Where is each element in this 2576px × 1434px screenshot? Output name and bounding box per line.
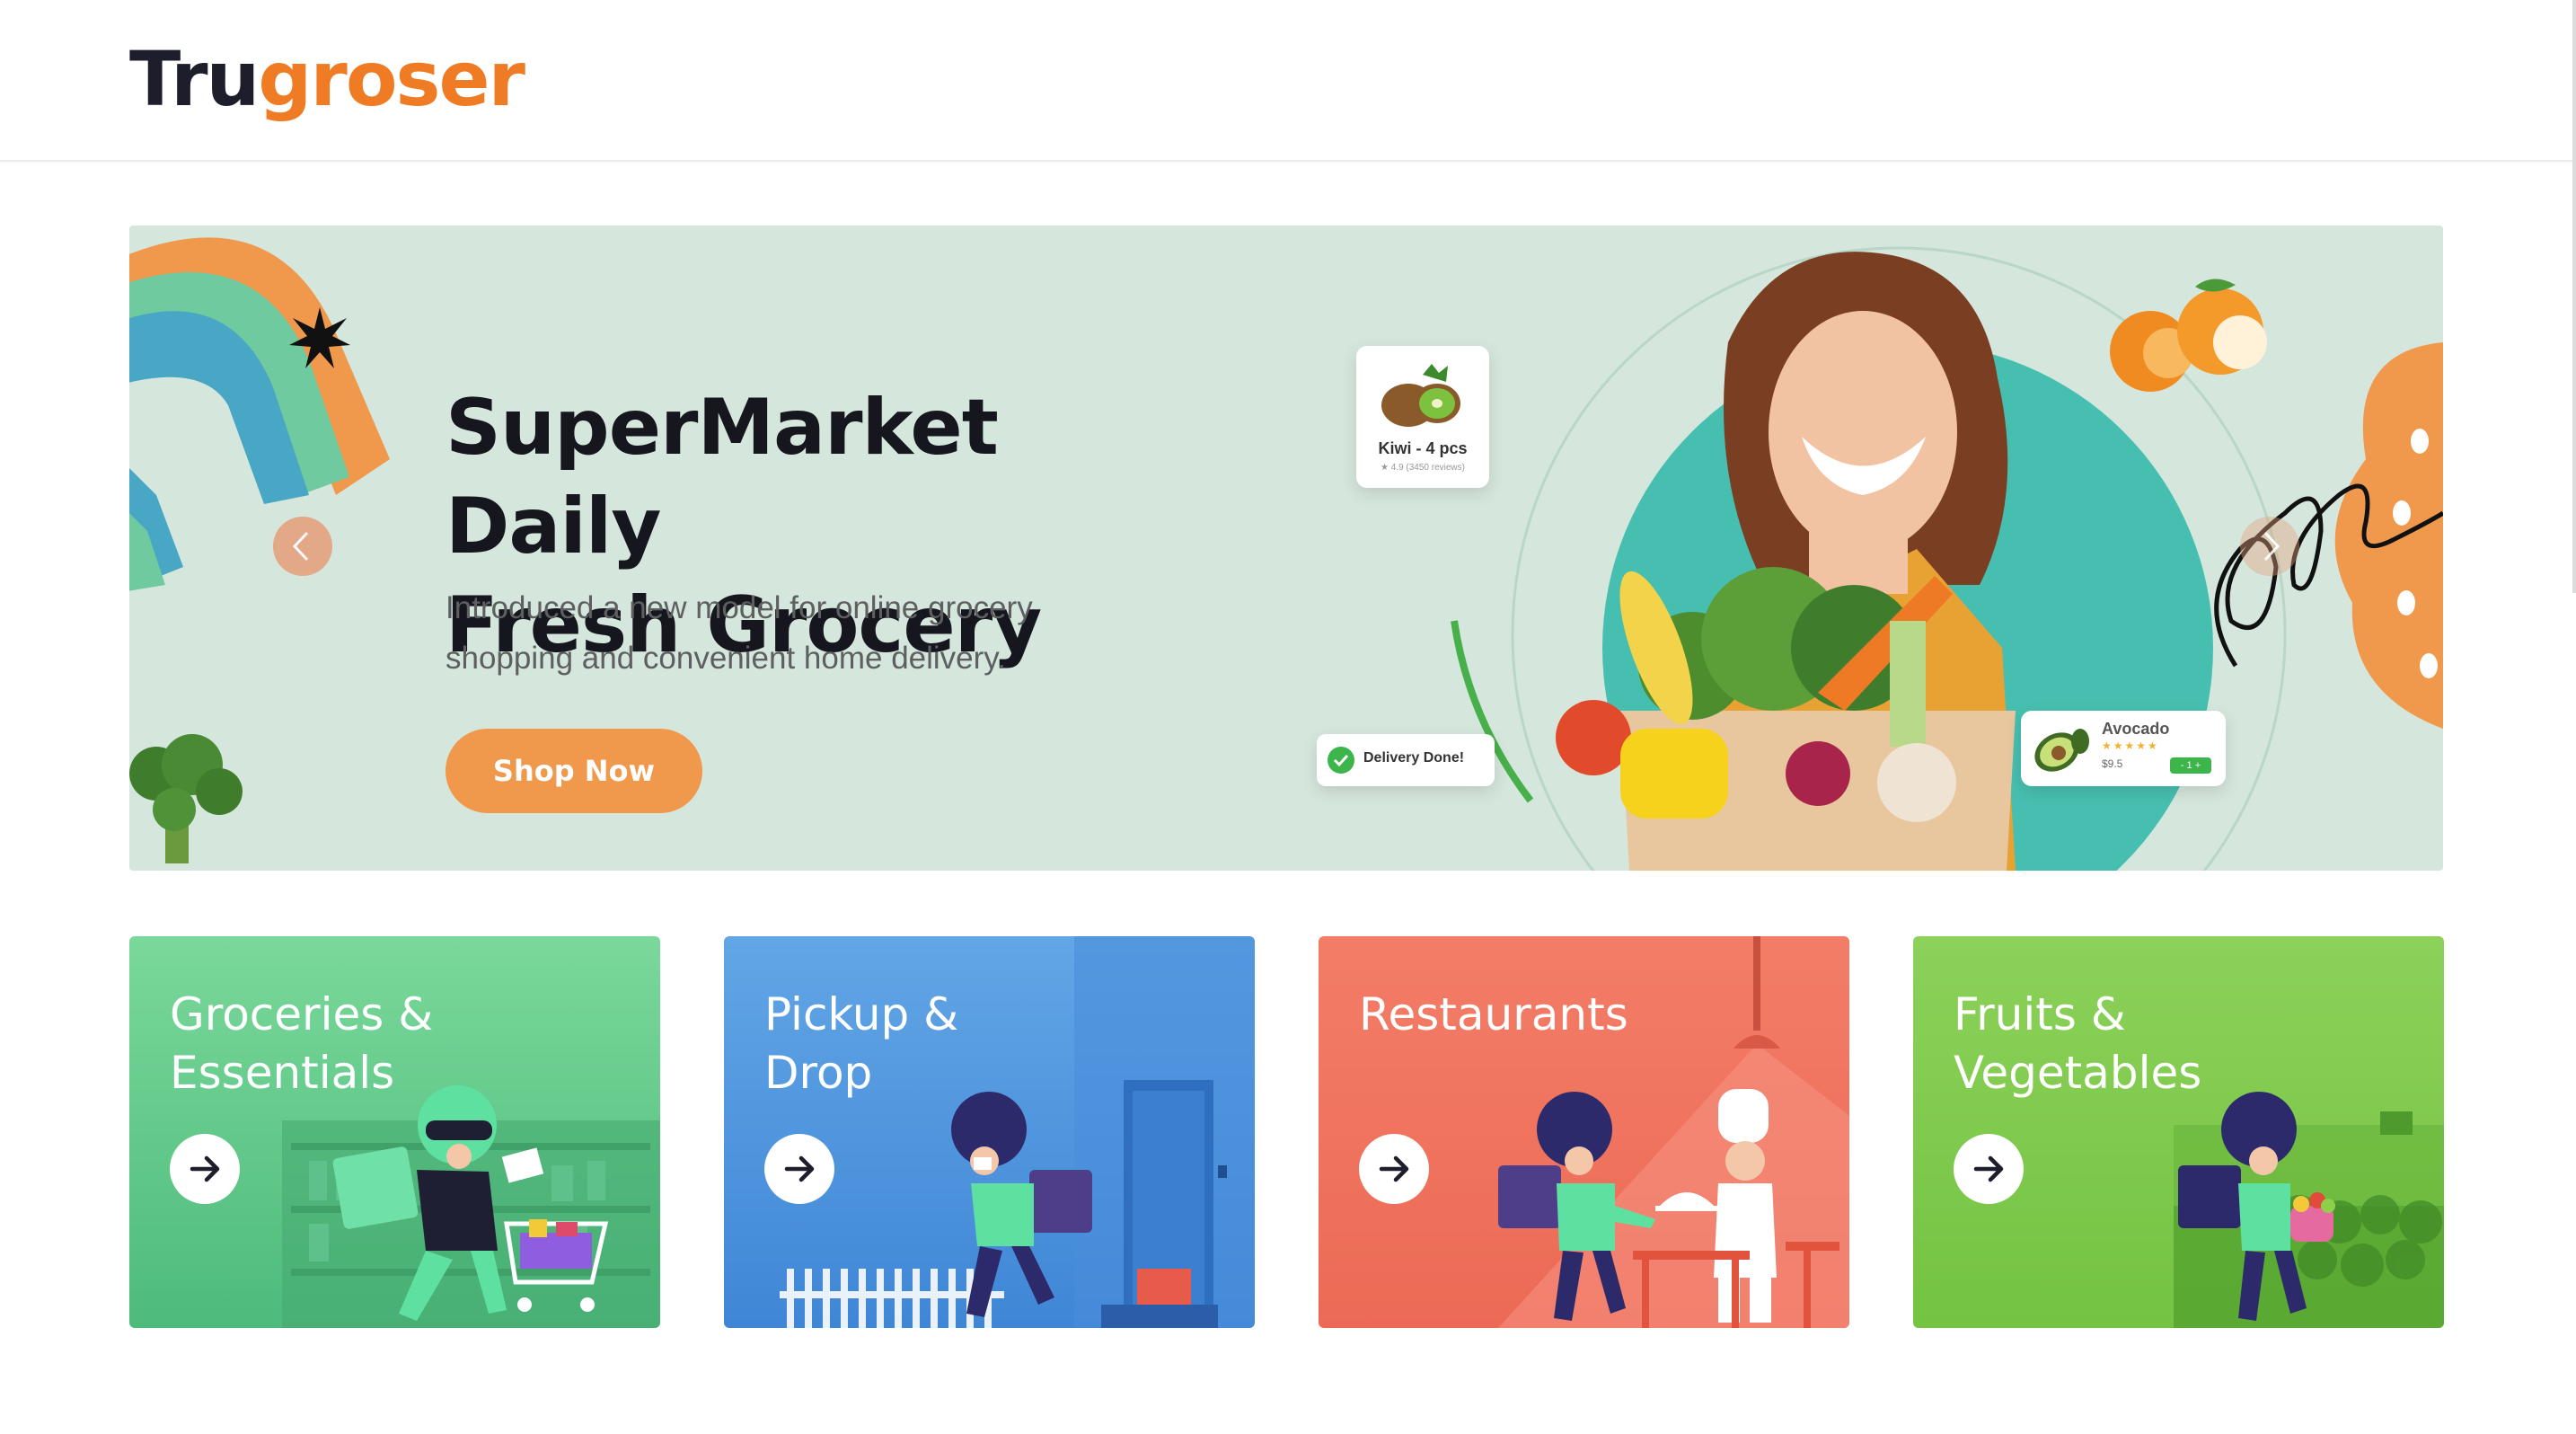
category-tile-fruits-vegetables[interactable]: Fruits & Vegetables	[1913, 936, 2444, 1328]
hero-subtitle-line2: shopping and convenient home delivery.	[446, 641, 1006, 676]
tile-title-groceries: Groceries & Essentials	[170, 986, 637, 1102]
restaurants-arrow-button[interactable]	[1359, 1134, 1429, 1204]
arrow-right-icon	[784, 1155, 815, 1182]
check-icon	[1328, 747, 1354, 774]
tile-title-line2: Essentials	[170, 1047, 395, 1099]
arrow-right-icon	[190, 1155, 220, 1182]
shop-now-button[interactable]: Shop Now	[446, 729, 702, 813]
scrollbar[interactable]	[2572, 0, 2576, 593]
hero-subtitle-line1: Introduced a new model for online grocer…	[446, 590, 1033, 625]
category-tile-groceries[interactable]: Groceries & Essentials	[129, 936, 660, 1328]
avocado-card-label: Avocado	[2102, 720, 2170, 738]
tile-title-restaurants: Restaurants	[1359, 986, 1826, 1044]
tile-title-line2: Vegetables	[1954, 1047, 2202, 1099]
chevron-left-icon	[292, 531, 309, 562]
delivery-status-card: Delivery Done!	[1317, 734, 1495, 786]
broccoli-icon	[129, 734, 243, 863]
kiwi-product-card: Kiwi - 4 pcs ★ 4.9 (3450 reviews)	[1356, 346, 1489, 488]
chevron-right-icon	[2263, 531, 2280, 562]
tile-title-line1: Fruits &	[1954, 988, 2126, 1040]
tile-title-line1: Pickup &	[764, 988, 959, 1040]
tile-title-line1: Restaurants	[1359, 988, 1628, 1040]
avocado-icon	[2034, 729, 2089, 772]
carousel-next-button[interactable]	[2240, 517, 2299, 576]
brand-logo[interactable]: Trugroser	[129, 34, 525, 124]
hero-banner: SuperMarket Daily Fresh Grocery Introduc…	[129, 226, 2443, 871]
tile-title-line2: Drop	[764, 1047, 873, 1099]
fruits-vegetables-arrow-button[interactable]	[1954, 1134, 2024, 1204]
kiwi-card-reviews: ★ 4.9 (3450 reviews)	[1380, 463, 1465, 473]
hero-subtitle: Introduced a new model for online grocer…	[446, 583, 1128, 684]
tile-title-line1: Groceries &	[170, 988, 434, 1040]
category-tile-pickup-drop[interactable]: Pickup & Drop	[724, 936, 1255, 1328]
oranges-icon	[2110, 279, 2267, 392]
delivery-card-label: Delivery Done!	[1363, 750, 1465, 766]
hero-title-line1: SuperMarket Daily	[446, 383, 999, 571]
tile-title-pickup-drop: Pickup & Drop	[764, 986, 1231, 1102]
category-tile-restaurants[interactable]: Restaurants	[1319, 936, 1849, 1328]
tile-title-fruits-vegetables: Fruits & Vegetables	[1954, 986, 2421, 1102]
kiwi-icon	[1381, 364, 1460, 427]
avocado-quantity-stepper[interactable]: - 1 +	[2170, 757, 2211, 774]
carousel-prev-button[interactable]	[273, 517, 332, 576]
kiwi-card-label: Kiwi - 4 pcs	[1378, 439, 1468, 457]
arrow-right-icon	[1379, 1155, 1409, 1182]
groceries-arrow-button[interactable]	[170, 1134, 240, 1204]
avocado-rating: ★★★★★	[2102, 739, 2159, 752]
avocado-price: $9.5	[2102, 757, 2123, 770]
rainbow-decoration-icon	[129, 237, 390, 591]
pickup-drop-arrow-button[interactable]	[764, 1134, 834, 1204]
site-header: Trugroser	[0, 0, 2576, 162]
brand-logo-part2: groser	[258, 35, 525, 123]
brand-logo-part1: Tru	[129, 35, 260, 123]
arrow-right-icon	[1973, 1155, 2004, 1182]
avocado-product-card: Avocado ★★★★★ $9.5 - 1 +	[2021, 711, 2226, 786]
